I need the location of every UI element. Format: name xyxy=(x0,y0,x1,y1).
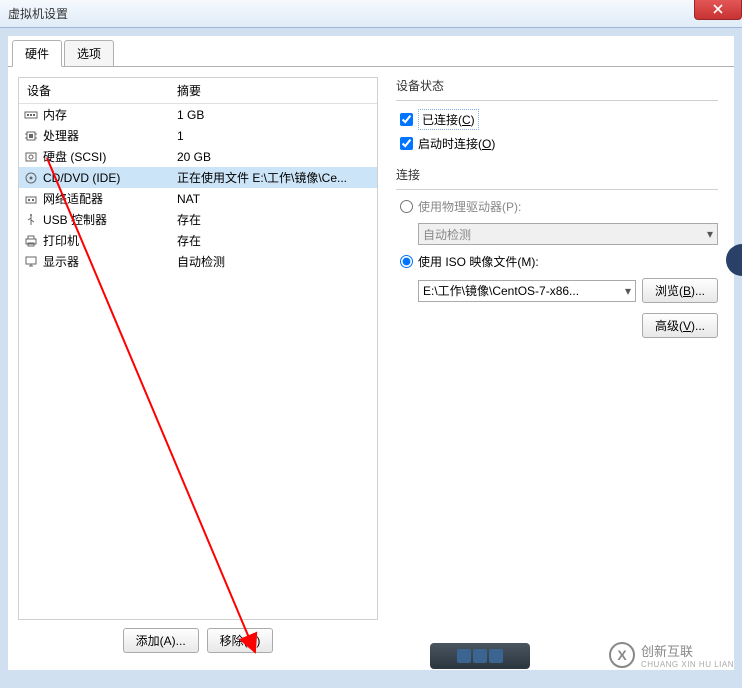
hw-row[interactable]: CD/DVD (IDE) 正在使用文件 E:\工作\镜像\Ce... xyxy=(19,167,377,188)
tab-strip: 硬件 选项 xyxy=(8,36,734,67)
chevron-down-icon[interactable]: ▾ xyxy=(625,284,631,298)
disk-icon xyxy=(23,149,39,165)
hw-row-label: 显示器 xyxy=(43,253,79,270)
hw-row-summary: 正在使用文件 E:\工作\镜像\Ce... xyxy=(169,169,377,186)
hw-row-label: USB 控制器 xyxy=(43,211,107,228)
hw-row-label: 处理器 xyxy=(43,127,79,144)
hw-row-summary: 1 GB xyxy=(169,108,377,122)
iso-path-combo[interactable]: E:\工作\镜像\CentOS-7-x86... ▾ xyxy=(418,280,636,302)
chevron-down-icon: ▾ xyxy=(707,227,713,241)
use-physical-label: 使用物理驱动器(P): xyxy=(418,198,521,215)
dialog-body: 硬件 选项 设备 摘要 内存 1 GB 处理器 1 硬盘 (SCSI) 20 xyxy=(8,36,734,670)
window-title: 虚拟机设置 xyxy=(8,5,68,22)
use-physical-radio[interactable] xyxy=(400,200,413,213)
use-iso-row[interactable]: 使用 ISO 映像文件(M): xyxy=(396,253,718,270)
hw-row-label: 内存 xyxy=(43,106,67,123)
display-icon xyxy=(23,254,39,270)
hw-row-label: 硬盘 (SCSI) xyxy=(43,148,106,165)
hw-button-row: 添加(A)... 移除(R) xyxy=(18,620,378,655)
titlebar: 虚拟机设置 xyxy=(0,0,742,28)
connection-group: 使用物理驱动器(P): 自动检测 ▾ 使用 ISO 映像文件(M): E:\工作… xyxy=(396,189,718,338)
hw-row-summary: 自动检测 xyxy=(169,253,377,270)
hw-row-summary: NAT xyxy=(169,192,377,206)
right-pane: 设备状态 已连接(C) 启动时连接(O) 连接 使用物理驱动器(P): xyxy=(390,77,724,655)
advanced-button[interactable]: 高级(V)... xyxy=(642,313,718,338)
hw-row[interactable]: 网络适配器 NAT xyxy=(19,188,377,209)
connected-checkbox[interactable] xyxy=(400,113,413,126)
hw-row[interactable]: 硬盘 (SCSI) 20 GB xyxy=(19,146,377,167)
connect-on-power-label: 启动时连接(O) xyxy=(418,135,495,152)
connect-on-power-checkbox[interactable] xyxy=(400,137,413,150)
add-button[interactable]: 添加(A)... xyxy=(123,628,199,653)
left-pane: 设备 摘要 内存 1 GB 处理器 1 硬盘 (SCSI) 20 GB CD/D… xyxy=(18,77,378,655)
iso-path-value: E:\工作\镜像\CentOS-7-x86... xyxy=(423,282,579,299)
hw-header-device[interactable]: 设备 xyxy=(19,78,169,103)
watermark-brand: 创新互联 xyxy=(641,641,734,660)
browse-button[interactable]: 浏览(B)... xyxy=(642,278,718,303)
watermark-logo-icon: X xyxy=(609,642,635,668)
physical-drive-combo: 自动检测 ▾ xyxy=(418,223,718,245)
connection-title: 连接 xyxy=(396,166,718,183)
connect-on-power-row[interactable]: 启动时连接(O) xyxy=(396,135,718,152)
hw-row[interactable]: USB 控制器 存在 xyxy=(19,209,377,230)
remove-button[interactable]: 移除(R) xyxy=(207,628,274,653)
use-iso-label: 使用 ISO 映像文件(M): xyxy=(418,253,539,270)
hw-row-label: CD/DVD (IDE) xyxy=(43,171,120,185)
hw-row-summary: 20 GB xyxy=(169,150,377,164)
device-status-group: 已连接(C) 启动时连接(O) xyxy=(396,100,718,152)
content-area: 设备 摘要 内存 1 GB 处理器 1 硬盘 (SCSI) 20 GB CD/D… xyxy=(8,67,734,665)
hw-row[interactable]: 处理器 1 xyxy=(19,125,377,146)
close-button[interactable] xyxy=(694,0,742,20)
advanced-row: 高级(V)... xyxy=(396,313,718,338)
watermark-sub: CHUANG XIN HU LIAN xyxy=(641,660,734,669)
hardware-table: 设备 摘要 内存 1 GB 处理器 1 硬盘 (SCSI) 20 GB CD/D… xyxy=(18,77,378,620)
hw-row-label: 打印机 xyxy=(43,232,79,249)
printer-icon xyxy=(23,233,39,249)
use-iso-radio[interactable] xyxy=(400,255,413,268)
tab-hardware[interactable]: 硬件 xyxy=(12,40,62,67)
usb-icon xyxy=(23,212,39,228)
connected-row[interactable]: 已连接(C) xyxy=(396,109,718,130)
net-icon xyxy=(23,191,39,207)
cpu-icon xyxy=(23,128,39,144)
physical-combo-row: 自动检测 ▾ xyxy=(418,223,718,245)
hw-row-summary: 1 xyxy=(169,129,377,143)
physical-drive-value: 自动检测 xyxy=(423,226,471,243)
hw-row-label: 网络适配器 xyxy=(43,190,103,207)
device-status-title: 设备状态 xyxy=(396,77,718,94)
tab-options[interactable]: 选项 xyxy=(64,40,114,66)
use-physical-row[interactable]: 使用物理驱动器(P): xyxy=(396,198,718,215)
hw-header: 设备 摘要 xyxy=(19,78,377,104)
hw-row[interactable]: 内存 1 GB xyxy=(19,104,377,125)
hw-row[interactable]: 显示器 自动检测 xyxy=(19,251,377,272)
taskbar-fragment xyxy=(430,643,530,669)
hw-row[interactable]: 打印机 存在 xyxy=(19,230,377,251)
hw-row-summary: 存在 xyxy=(169,232,377,249)
memory-icon xyxy=(23,107,39,123)
connected-label: 已连接(C) xyxy=(418,109,479,130)
iso-path-row: E:\工作\镜像\CentOS-7-x86... ▾ 浏览(B)... xyxy=(418,278,718,303)
hw-row-summary: 存在 xyxy=(169,211,377,228)
close-icon xyxy=(713,4,723,14)
cd-icon xyxy=(23,170,39,186)
hw-header-summary[interactable]: 摘要 xyxy=(169,78,377,103)
watermark: X 创新互联 CHUANG XIN HU LIAN xyxy=(609,641,734,669)
